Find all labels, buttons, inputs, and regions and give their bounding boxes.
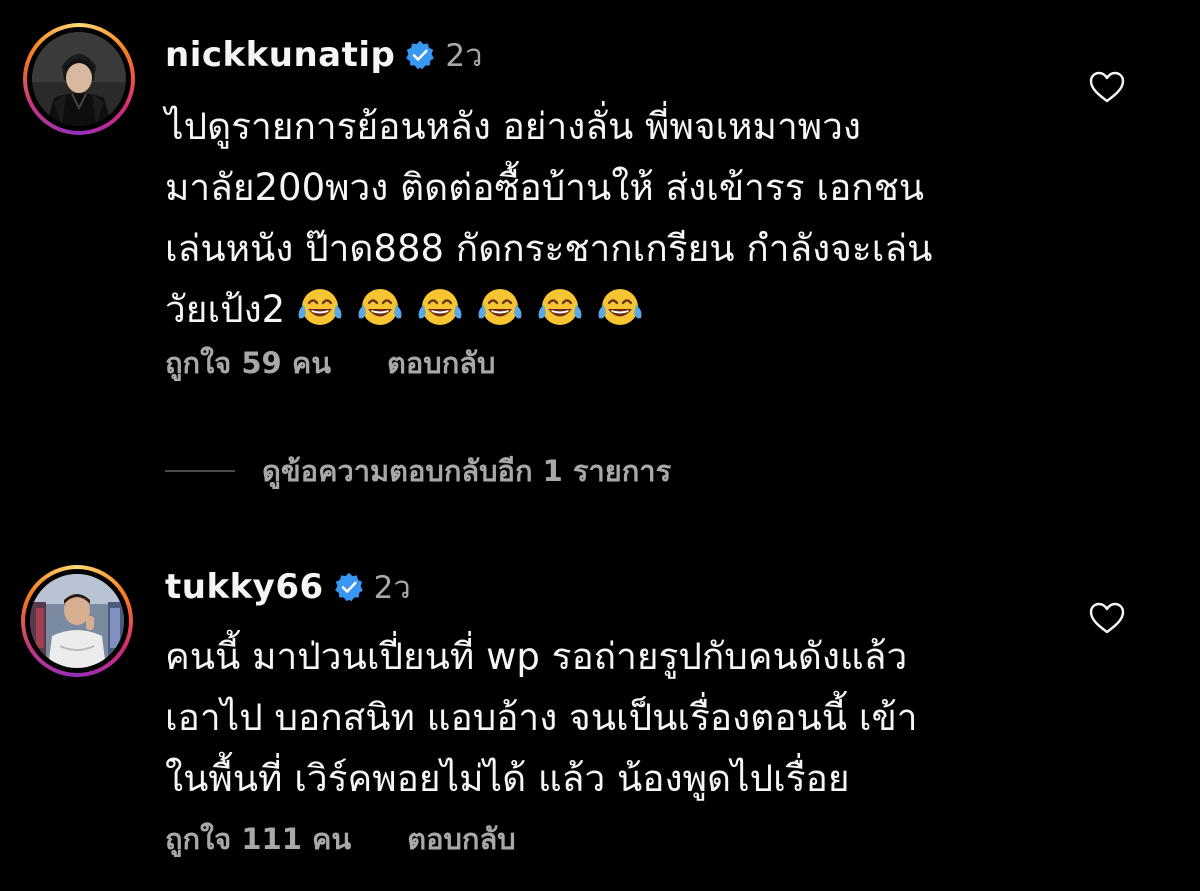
username[interactable]: nickkunatip [165, 35, 395, 75]
face-with-tears-of-joy-emoji [538, 289, 582, 325]
comment-line-last: วัยเป้ง2 [165, 279, 1065, 340]
view-replies-button[interactable]: ดูข้อความตอบกลับอีก 1 รายการ [165, 449, 671, 493]
reply-button[interactable]: ตอบกลับ [387, 340, 495, 386]
face-with-tears-of-joy-emoji [418, 289, 462, 325]
comment-line: เอาไป บอกสนิท แอบอ้าง จนเป็นเรื่องตอนนี้… [165, 696, 918, 739]
comment-actions: ถูกใจ 111 คน ตอบกลับ [165, 816, 516, 862]
face-with-tears-of-joy-emoji [478, 289, 522, 325]
comment-line: ในพื้นที่ เวิร์คพอยไม่ได้ แล้ว น้องพูดไป… [165, 757, 850, 800]
comment-line: ไปดูรายการย้อนหลัง อย่างลั่น พี่พจเหมาพว… [165, 105, 861, 148]
timestamp: 2ว [373, 570, 411, 606]
likes-count[interactable]: ถูกใจ 59 คน [165, 340, 331, 386]
timestamp: 2ว [445, 38, 483, 74]
face-with-tears-of-joy-emoji [358, 289, 402, 325]
comment-header: nickkunatip 2ว [165, 33, 482, 77]
comment-actions: ถูกใจ 59 คน ตอบกลับ [165, 340, 495, 386]
face-with-tears-of-joy-emoji [598, 289, 642, 325]
avatar[interactable] [32, 32, 126, 126]
comment-text: คนนี้ มาป่วนเปี่ยนที่ wp รอถ่ายรูปกับคนด… [165, 626, 1065, 809]
divider-line [165, 470, 235, 472]
comment-header: tukky66 2ว [165, 565, 411, 609]
likes-count[interactable]: ถูกใจ 111 คน [165, 816, 351, 862]
username[interactable]: tukky66 [165, 567, 324, 607]
comment-line: คนนี้ มาป่วนเปี่ยนที่ wp รอถ่ายรูปกับคนด… [165, 635, 908, 678]
verified-badge-icon [334, 572, 363, 602]
view-replies-label[interactable]: ดูข้อความตอบกลับอีก 1 รายการ [262, 448, 671, 494]
comment-line: วัยเป้ง2 [165, 288, 286, 331]
comment-line: มาลัย200พวง ติดต่อซื้อบ้านให้ ส่งเข้ารร … [165, 166, 925, 209]
emoji-row [285, 288, 645, 331]
heart-outline-icon[interactable] [1088, 601, 1126, 635]
avatar[interactable] [30, 574, 124, 668]
reply-button[interactable]: ตอบกลับ [407, 816, 515, 862]
heart-outline-icon[interactable] [1088, 70, 1126, 104]
comment-text: ไปดูรายการย้อนหลัง อย่างลั่น พี่พจเหมาพว… [165, 96, 1065, 340]
verified-badge-icon [406, 40, 435, 70]
face-with-tears-of-joy-emoji [298, 289, 342, 325]
story-ring[interactable] [23, 23, 135, 135]
comment-line: เล่นหนัง ป๊าด888 กัดกระชากเกรียน กำลังจะ… [165, 227, 933, 270]
story-ring[interactable] [21, 565, 133, 677]
